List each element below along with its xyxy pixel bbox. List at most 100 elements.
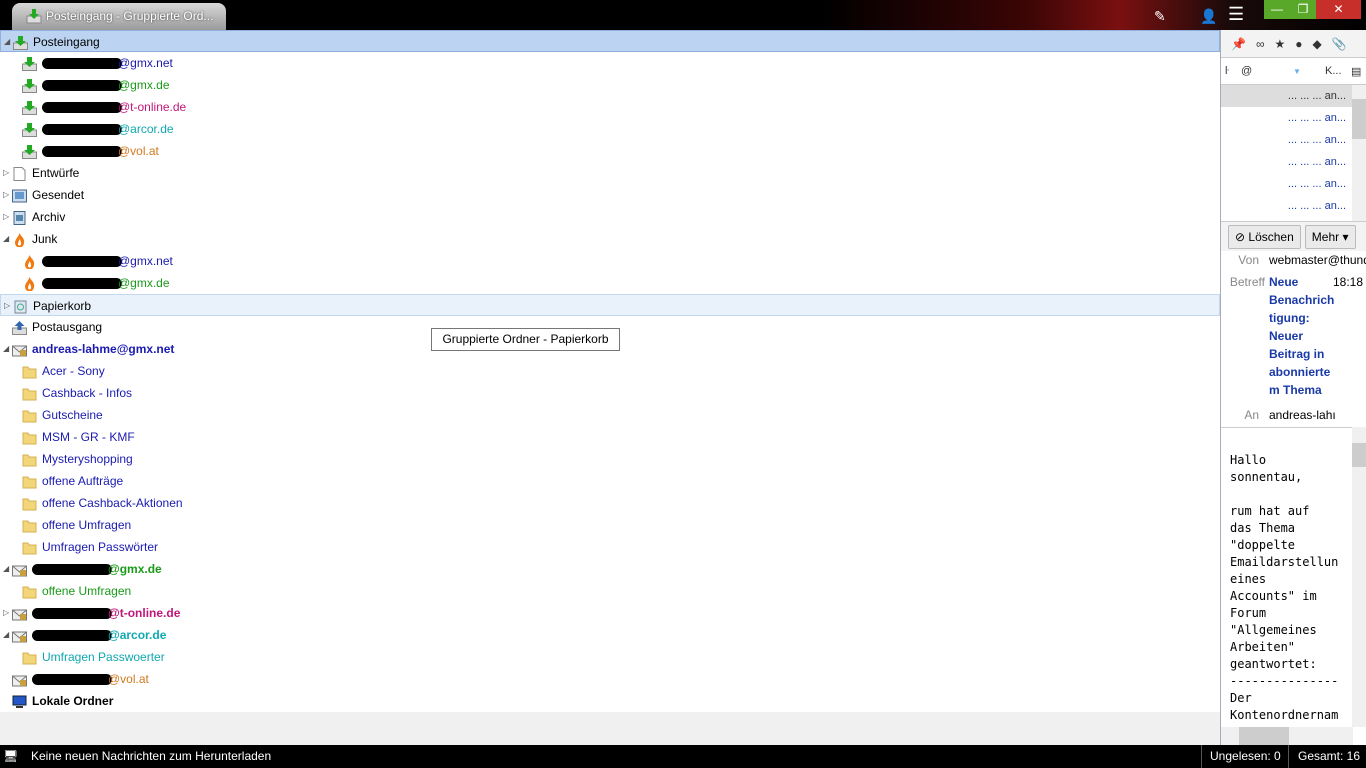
twisty-open-icon[interactable]: ◢ — [3, 558, 9, 580]
column-picker-icon[interactable]: ▤ — [1351, 65, 1361, 78]
folder-row[interactable]: @gmx.net — [0, 250, 1220, 272]
twisty-closed-icon[interactable]: ▷ — [4, 295, 10, 317]
folder-row[interactable]: ▷ Archiv — [0, 206, 1220, 228]
sort-arrow-icon[interactable]: ▼ — [1293, 67, 1301, 76]
folder-label-text: @gmx.net — [118, 254, 173, 268]
folder-label: @gmx.net — [42, 250, 173, 272]
message-row[interactable]: ... ... ... an... — [1221, 107, 1366, 129]
twisty-open-icon[interactable]: ◢ — [3, 338, 9, 360]
folder-row[interactable]: offene Umfragen — [0, 514, 1220, 536]
twisty-open-icon[interactable]: ◢ — [4, 31, 10, 53]
redaction-mark — [32, 674, 112, 686]
from-key: Von — [1238, 253, 1259, 267]
folder-row[interactable]: ◢ @arcor.de — [0, 624, 1220, 646]
folder-label: Postausgang — [32, 316, 102, 338]
twisty-closed-icon[interactable]: ▷ — [3, 602, 9, 624]
folder-row[interactable]: Umfragen Passwörter — [0, 536, 1220, 558]
folder-row[interactable]: Cashback - Infos — [0, 382, 1220, 404]
message-time: 18:18 — [1333, 275, 1364, 289]
redaction-mark — [42, 278, 122, 290]
pin-icon[interactable]: 📌 — [1231, 37, 1246, 51]
folder-row[interactable]: Umfragen Passwoerter — [0, 646, 1220, 668]
online-status-icon[interactable]: 🖥 — [3, 745, 18, 767]
minimize-button[interactable]: — — [1264, 0, 1290, 19]
more-button[interactable]: Mehr ▾ — [1304, 225, 1356, 249]
contact-icon[interactable]: ● — [1295, 37, 1302, 51]
delete-button[interactable]: ⊘ Löschen — [1228, 225, 1301, 249]
status-bar: 🖥 Keine neuen Nachrichten zum Herunterla… — [0, 745, 1366, 768]
folder-row[interactable]: Gutscheine — [0, 404, 1220, 426]
attachment-icon[interactable]: 📎 — [1332, 37, 1347, 51]
folder-row[interactable]: ▷ Papierkorb — [0, 294, 1220, 316]
folder-tree: ◢ Posteingang @gmx.net @gmx.de @t-online.de @… — [0, 30, 1220, 712]
menu-icon[interactable]: ☰ — [1228, 4, 1244, 25]
tab-title: Posteingang - Gruppierte Ord... — [46, 9, 214, 23]
twisty-closed-icon[interactable]: ▷ — [3, 162, 9, 184]
body-scrollbar[interactable] — [1352, 427, 1366, 727]
folder-label-text: offene Cashback-Aktionen — [42, 496, 183, 510]
folder-row[interactable]: @gmx.net — [0, 52, 1220, 74]
folder-row[interactable]: @vol.at — [0, 668, 1220, 690]
folder-label-text: andreas-lahme@gmx.net — [32, 342, 175, 356]
twisty-closed-icon[interactable]: ▷ — [3, 206, 9, 228]
from-value[interactable]: webmaster@thund — [1269, 253, 1366, 267]
column-header: ŀ @ ▼ K... ▤ — [1221, 58, 1366, 85]
folder-label: Gesendet — [32, 184, 84, 206]
folder-row[interactable]: offene Cashback-Aktionen — [0, 492, 1220, 514]
folder-label: offene Umfragen — [42, 514, 131, 536]
message-row[interactable]: ... ... ... an... — [1221, 85, 1366, 107]
folder-row[interactable]: offene Umfragen — [0, 580, 1220, 602]
folder-row[interactable]: ◢ @gmx.de — [0, 558, 1220, 580]
body-hscrollbar[interactable] — [1221, 727, 1353, 745]
inbox-icon — [22, 122, 37, 137]
folder-row[interactable]: @gmx.de — [0, 272, 1220, 294]
unread-count: Ungelesen: 0 — [1210, 749, 1281, 763]
folder-label: MSM - GR - KMF — [42, 426, 135, 448]
folder-row[interactable]: Lokale Ordner — [0, 690, 1220, 712]
twisty-open-icon[interactable]: ◢ — [3, 228, 9, 250]
more-label: Mehr — [1311, 230, 1340, 244]
folder-row[interactable]: ▷ Gesendet — [0, 184, 1220, 206]
redaction-mark — [42, 146, 122, 158]
folder-row[interactable]: MSM - GR - KMF — [0, 426, 1220, 448]
folder-row[interactable]: Mysteryshopping — [0, 448, 1220, 470]
thread-icon[interactable]: ∞ — [1256, 37, 1265, 51]
message-row[interactable]: ... ... ... an... — [1221, 195, 1366, 217]
message-row[interactable]: ... ... ... an... — [1221, 151, 1366, 173]
redaction-mark — [42, 58, 122, 70]
account-icon[interactable]: 👤 — [1200, 8, 1217, 25]
twisty-open-icon[interactable]: ◢ — [3, 624, 9, 646]
folder-label: Acer - Sony — [42, 360, 105, 382]
redaction-mark — [42, 102, 122, 114]
message-list-scrollbar[interactable] — [1352, 85, 1366, 221]
folder-row[interactable]: ◢ Posteingang — [0, 30, 1220, 52]
message-row[interactable]: ... ... ... an... — [1221, 173, 1366, 195]
thread-column-icon[interactable]: ŀ — [1225, 65, 1229, 77]
folder-row[interactable]: ◢ Junk — [0, 228, 1220, 250]
folder-row[interactable]: Acer - Sony — [0, 360, 1220, 382]
compose-icon[interactable]: ✎ — [1154, 8, 1166, 25]
chevron-down-icon: ▾ — [1342, 230, 1349, 244]
folder-label: Papierkorb — [33, 295, 91, 317]
folder-label-text: offene Aufträge — [42, 474, 124, 488]
folder-row[interactable]: @t-online.de — [0, 96, 1220, 118]
folder-row[interactable]: @vol.at — [0, 140, 1220, 162]
folder-label: Mysteryshopping — [42, 448, 133, 470]
folder-row[interactable]: @gmx.de — [0, 74, 1220, 96]
folder-row[interactable]: @arcor.de — [0, 118, 1220, 140]
column-sort[interactable]: K... — [1325, 65, 1342, 77]
folder-row[interactable]: offene Aufträge — [0, 470, 1220, 492]
tag-icon[interactable]: ◆ — [1313, 37, 1322, 51]
maximize-button[interactable]: ❐ — [1290, 0, 1316, 19]
twisty-closed-icon[interactable]: ▷ — [3, 184, 9, 206]
attachment-column-icon[interactable]: @ — [1241, 65, 1252, 77]
folder-row[interactable]: ▷ @t-online.de — [0, 602, 1220, 624]
folder-label: @t-online.de — [42, 96, 186, 118]
close-button[interactable]: ✕ — [1316, 0, 1361, 19]
star-icon[interactable]: ★ — [1275, 37, 1286, 51]
folder-row[interactable]: ▷ Entwürfe — [0, 162, 1220, 184]
to-value[interactable]: andreas-lahı — [1269, 408, 1336, 422]
folder-label-text: @vol.at — [118, 144, 159, 158]
tab-posteingang[interactable]: Posteingang - Gruppierte Ord... — [12, 3, 226, 30]
message-row[interactable]: ... ... ... an... — [1221, 129, 1366, 151]
